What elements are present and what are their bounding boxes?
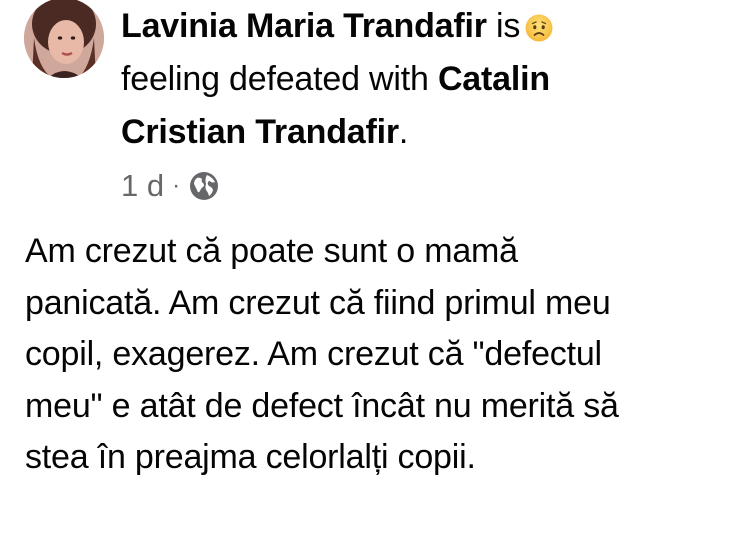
- post-header: Lavinia Maria Trandafir is feeling defea…: [121, 0, 721, 159]
- post-text-line: stea în preajma celorlalți copii.: [25, 438, 476, 476]
- post-text-line: panicată. Am crezut că fiind primul meu: [25, 283, 611, 322]
- post-text-line: Am crezut că poate sunt o mamă: [25, 232, 518, 270]
- sad-face-emoji-icon: [525, 14, 553, 42]
- is-word: is: [496, 7, 521, 45]
- globe-icon[interactable]: [188, 170, 220, 202]
- period: .: [398, 113, 409, 151]
- post-text: Am crezut că poate sunt o mamă panicată.…: [25, 226, 740, 484]
- tagged-name-part2[interactable]: Cristian Trandafir: [121, 113, 399, 151]
- post: Lavinia Maria Trandafir is feeling defea…: [0, 0, 750, 546]
- avatar[interactable]: [24, 0, 104, 78]
- tagged-name-part1[interactable]: Catalin: [438, 60, 550, 98]
- post-text-line: copil, exagerez. Am crezut că "defectul: [25, 335, 602, 373]
- avatar-image: [24, 0, 104, 78]
- post-text-line: meu" e atât de defect încât nu merită să: [25, 386, 619, 425]
- author-name[interactable]: Lavinia Maria Trandafir: [121, 7, 487, 45]
- separator-dot: ·: [172, 172, 181, 199]
- timestamp[interactable]: 1 d: [121, 166, 164, 206]
- post-meta: 1 d ·: [121, 166, 220, 206]
- feeling-text: feeling defeated with: [121, 60, 429, 98]
